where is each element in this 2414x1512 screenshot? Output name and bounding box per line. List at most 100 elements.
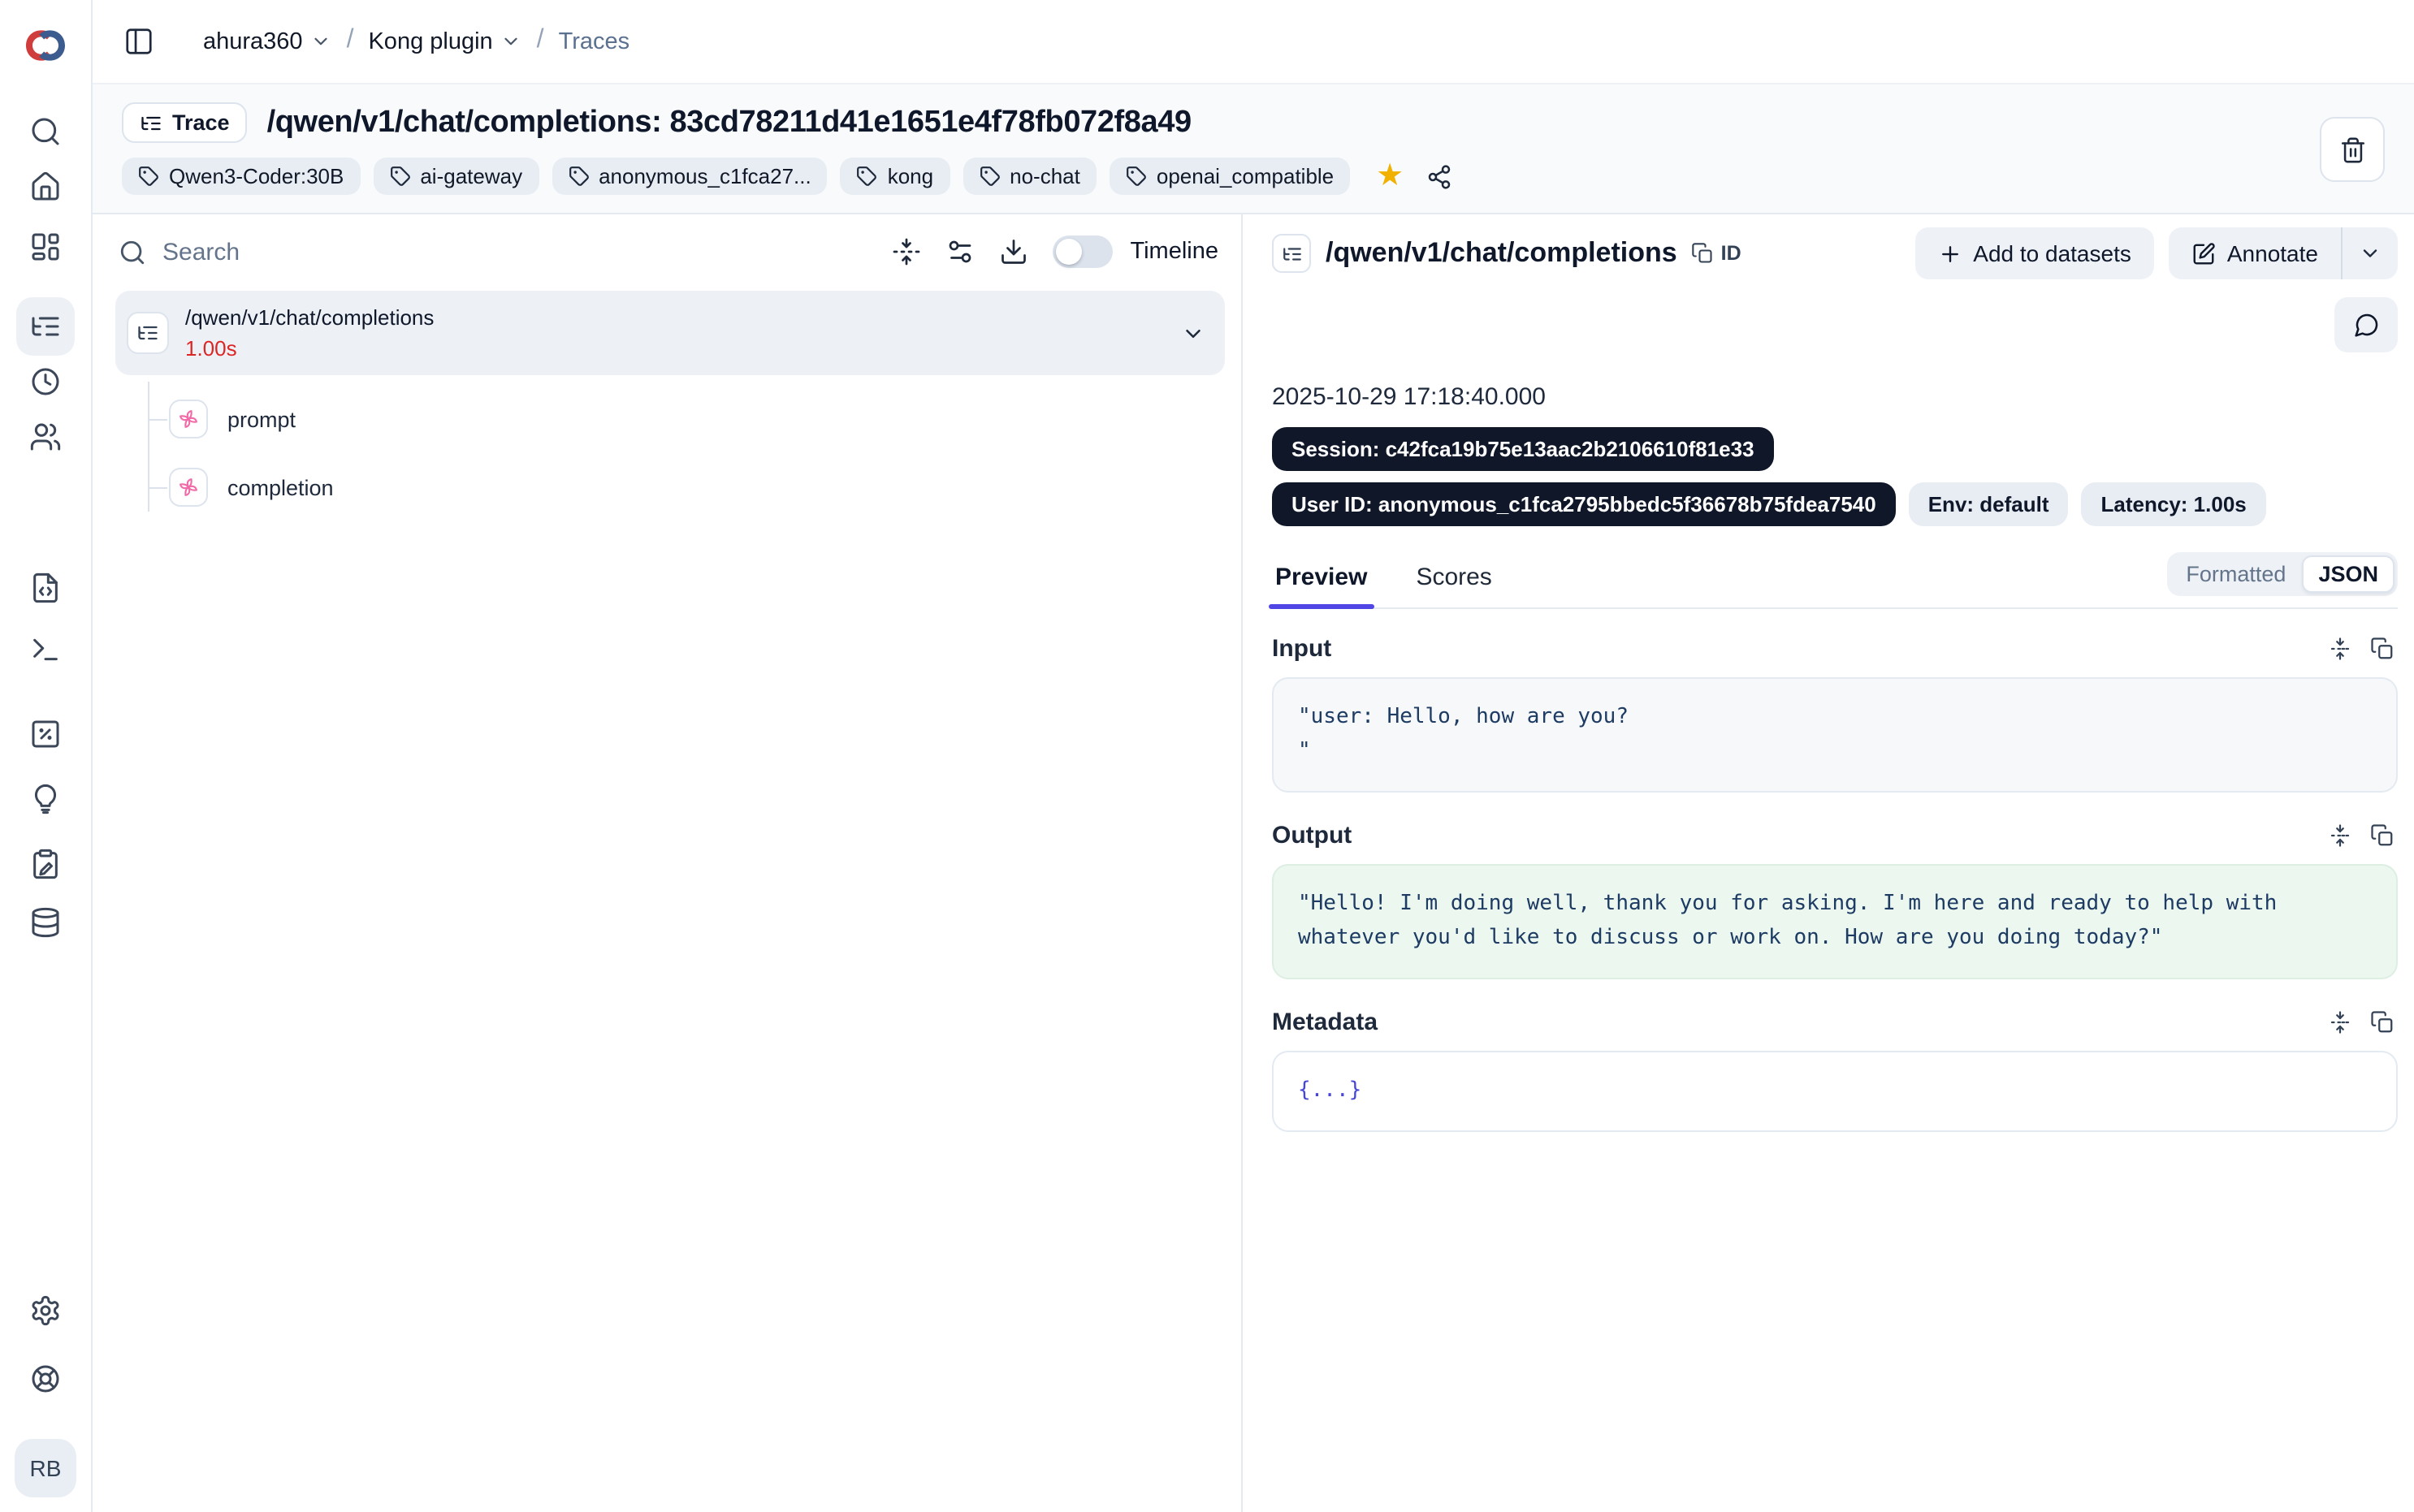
timeline-toggle[interactable] — [1052, 235, 1112, 268]
timeline-label: Timeline — [1130, 239, 1218, 265]
sidebar-item-search[interactable] — [16, 104, 75, 159]
comments-button[interactable] — [2334, 297, 2398, 352]
sidebar-item-datasets[interactable] — [16, 895, 75, 950]
list-tree-icon — [140, 111, 162, 134]
tree-node-label: completion — [227, 475, 334, 499]
icon-rail: RB — [0, 0, 93, 1512]
trace-node-icon — [1272, 234, 1311, 273]
sidebar-item-settings[interactable] — [16, 1283, 75, 1338]
sidebar-item-dashboards[interactable] — [16, 219, 75, 274]
sidebar-item-users[interactable] — [16, 409, 75, 464]
metadata-section-header: Metadata — [1272, 1009, 2398, 1036]
breadcrumb-traces-link[interactable]: Traces — [559, 28, 630, 54]
format-toggle: Formatted JSON — [2166, 552, 2398, 596]
main-column: ahura360 / Kong plugin / Traces Trace /q — [93, 0, 2414, 1512]
collapse-section-icon[interactable] — [2328, 1010, 2352, 1035]
user-avatar[interactable]: RB — [15, 1439, 76, 1497]
breadcrumb-project[interactable]: Kong plugin — [368, 28, 521, 54]
page-title: /qwen/v1/chat/completions: 83cd78211d41e… — [267, 105, 1192, 140]
trace-header: Trace /qwen/v1/chat/completions: 83cd782… — [93, 84, 2414, 214]
annotate-button[interactable]: Annotate — [2169, 227, 2341, 279]
output-section-header: Output — [1272, 822, 2398, 849]
sidebar-item-support[interactable] — [16, 1351, 75, 1406]
tag-icon — [857, 166, 878, 187]
sidebar-toggle-button[interactable] — [115, 19, 161, 64]
tag-icon — [389, 166, 410, 187]
copy-icon[interactable] — [2370, 823, 2395, 848]
search-input[interactable] — [162, 238, 891, 266]
panel-left-icon — [123, 26, 154, 57]
tag-pill[interactable]: openai_compatible — [1110, 158, 1350, 195]
sidebar-item-evaluators[interactable] — [16, 706, 75, 762]
dashboard-grid-icon — [29, 231, 62, 263]
clipboard-pen-icon — [29, 848, 62, 880]
sidebar-item-traces[interactable] — [16, 297, 75, 356]
app-logo-icon[interactable] — [19, 19, 71, 71]
tag-list: Qwen3-Coder:30B ai-gateway anonymous_c1f… — [122, 158, 2382, 195]
delete-trace-button[interactable] — [2320, 117, 2385, 182]
add-to-datasets-button[interactable]: Add to datasets — [1914, 227, 2154, 279]
copy-icon — [1692, 242, 1715, 265]
collapse-section-icon[interactable] — [2328, 823, 2352, 848]
sidebar-item-insights[interactable] — [16, 771, 75, 827]
life-buoy-icon — [29, 1363, 62, 1395]
sidebar-item-home[interactable] — [16, 159, 75, 214]
sidebar-item-playground[interactable] — [16, 622, 75, 677]
session-badge[interactable]: Session: c42fca19b75e13aac2b2106610f81e3… — [1272, 427, 1774, 471]
tree-root-node[interactable]: /qwen/v1/chat/completions 1.00s — [115, 291, 1225, 375]
trace-node-icon — [127, 312, 169, 354]
trace-detail-panel: /qwen/v1/chat/completions ID Add to data… — [1243, 214, 2414, 1512]
tag-pill[interactable]: anonymous_c1fca27... — [552, 158, 828, 195]
content-split: Timeline /qwen/v1/chat/completions 1.00s — [93, 214, 2414, 1512]
clock-icon — [29, 365, 62, 398]
users-icon — [29, 421, 62, 453]
tree-root-label: /qwen/v1/chat/completions — [185, 305, 434, 330]
search-icon — [119, 238, 146, 266]
copy-icon[interactable] — [2370, 637, 2395, 661]
copy-id-button[interactable]: ID — [1692, 242, 1741, 265]
tag-pill[interactable]: kong — [841, 158, 950, 195]
share-icon[interactable] — [1426, 163, 1452, 189]
tab-preview[interactable]: Preview — [1272, 554, 1370, 607]
terminal-icon — [29, 633, 62, 666]
collapse-all-icon[interactable] — [891, 237, 920, 266]
tree-node-prompt[interactable]: prompt — [169, 391, 1225, 447]
event-node-icon — [169, 468, 208, 507]
format-option-json[interactable]: JSON — [2302, 555, 2395, 593]
search-icon — [29, 115, 62, 148]
tag-pill[interactable]: ai-gateway — [373, 158, 539, 195]
format-option-formatted[interactable]: Formatted — [2170, 555, 2302, 593]
input-section-title: Input — [1272, 635, 1331, 663]
sidebar-item-annotation-queues[interactable] — [16, 836, 75, 892]
input-content: "user: Hello, how are you? " — [1272, 677, 2398, 793]
metadata-content[interactable]: {...} — [1272, 1051, 2398, 1132]
breadcrumb: ahura360 / Kong plugin / Traces — [203, 27, 629, 56]
file-code-icon — [29, 572, 62, 604]
latency-badge: Latency: 1.00s — [2082, 482, 2266, 526]
copy-icon[interactable] — [2370, 1010, 2395, 1035]
detail-tabs: Preview Scores Formatted JSON — [1272, 552, 2398, 609]
breadcrumb-separator: / — [347, 25, 354, 54]
plus-icon — [1937, 241, 1962, 266]
user-id-badge[interactable]: User ID: anonymous_c1fca2795bbedc5f36678… — [1272, 482, 1896, 526]
sidebar-item-sessions[interactable] — [16, 354, 75, 409]
output-content: "Hello! I'm doing well, thank you for as… — [1272, 864, 2398, 979]
lightbulb-icon — [29, 783, 62, 815]
download-icon[interactable] — [998, 237, 1027, 266]
chevron-down-icon[interactable] — [1181, 321, 1205, 345]
view-settings-icon[interactable] — [945, 237, 974, 266]
tag-icon — [138, 166, 159, 187]
env-badge: Env: default — [1909, 482, 2069, 526]
tag-pill[interactable]: Qwen3-Coder:30B — [122, 158, 360, 195]
square-pen-icon — [2191, 241, 2216, 266]
tab-scores[interactable]: Scores — [1412, 554, 1495, 607]
breadcrumb-org[interactable]: ahura360 — [203, 28, 332, 54]
bookmark-star-icon[interactable]: ★ — [1376, 161, 1404, 192]
tree-node-completion[interactable]: completion — [169, 460, 1225, 515]
tag-pill[interactable]: no-chat — [963, 158, 1097, 195]
collapse-section-icon[interactable] — [2328, 637, 2352, 661]
sidebar-item-prompts[interactable] — [16, 560, 75, 616]
chevron-down-icon — [501, 31, 522, 52]
tree-root-latency: 1.00s — [185, 336, 434, 361]
annotate-dropdown-caret[interactable] — [2341, 227, 2398, 279]
